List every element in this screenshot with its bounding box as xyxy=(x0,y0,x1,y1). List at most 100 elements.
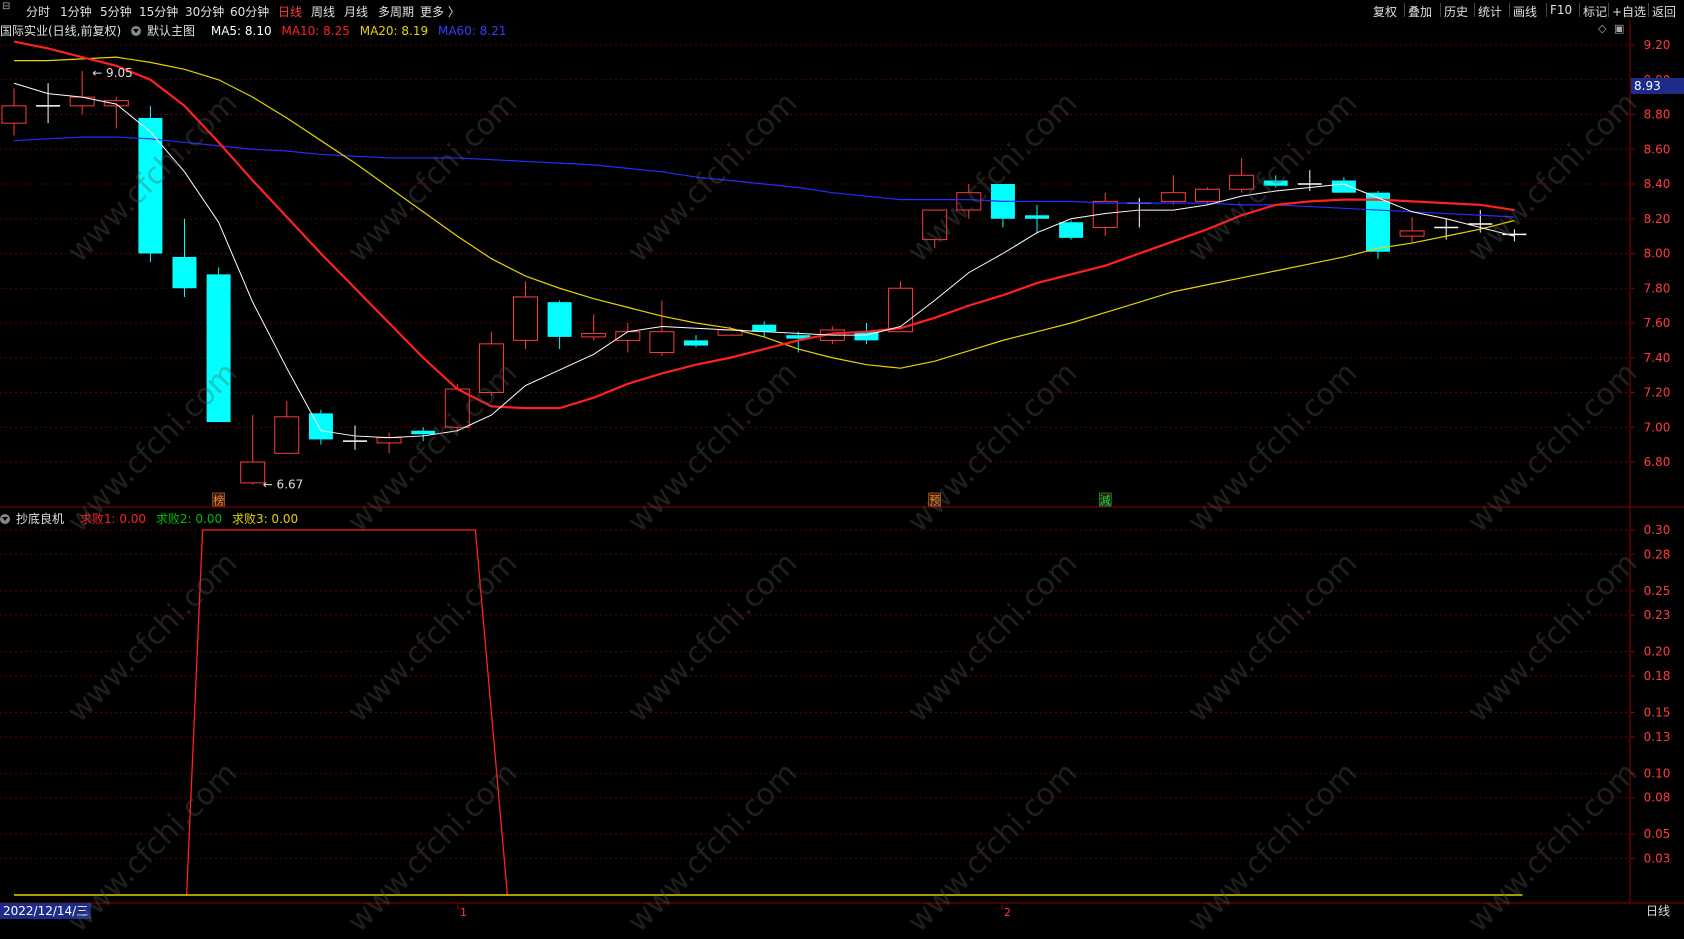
candle-up xyxy=(69,96,95,107)
signal-badge xyxy=(928,492,941,507)
toolbar-separator xyxy=(1474,3,1475,17)
signal-label: 预 xyxy=(929,494,940,507)
candle-down xyxy=(411,430,436,435)
ma10-value: MA10: 8.25 xyxy=(281,24,350,38)
candle-down xyxy=(1059,222,1084,238)
toolbar-item-4[interactable]: 画线 xyxy=(1513,3,1537,20)
period-tab-7[interactable]: 周线 xyxy=(311,3,335,20)
watermark-text: www.cfchi.com xyxy=(620,755,805,939)
candle-up xyxy=(1092,200,1118,228)
candle-down xyxy=(172,256,197,289)
candle-up xyxy=(1160,192,1186,202)
x-tick-label: 1 xyxy=(460,906,467,919)
sub-y-tick-label: 0.08 xyxy=(1644,791,1671,805)
sub-y-tick-label: 0.03 xyxy=(1644,852,1671,866)
candle-up xyxy=(581,332,607,338)
ma60-value: MA60: 8.21 xyxy=(437,24,507,38)
candle-up xyxy=(1399,230,1425,237)
candle-up xyxy=(240,461,266,484)
candle-down xyxy=(990,184,1015,219)
settings-diamond-icon[interactable]: ◇ xyxy=(1598,22,1606,35)
toolbar-item-5[interactable]: F10 xyxy=(1550,3,1572,17)
ma20-line xyxy=(14,56,1515,369)
watermark-text: www.cfchi.com xyxy=(340,755,525,939)
main-y-tick-label: 8.40 xyxy=(1644,177,1671,191)
period-tab-6[interactable]: 日线 xyxy=(278,3,302,20)
period-tab-1[interactable]: 1分钟 xyxy=(60,3,92,20)
toolbar-separator xyxy=(1608,3,1609,17)
toolbar-separator xyxy=(1546,3,1547,17)
watermark-text: www.cfchi.com xyxy=(1180,755,1365,939)
candle-up xyxy=(103,100,129,107)
top-toolbar: ⊟ 分时 1分钟 5分钟 15分钟 30分钟 60分钟 日线 周线 月线 多周期 更多 〉 复权 叠加… xyxy=(0,0,1684,20)
sub-y-tick-label: 0.10 xyxy=(1644,766,1671,780)
indicator-s2: 求败2: 0.00 xyxy=(155,512,223,526)
candle-up xyxy=(649,331,675,354)
toolbar-separator xyxy=(1440,3,1441,17)
candle-up xyxy=(888,287,914,333)
dropdown-icon xyxy=(0,514,10,524)
toolbar-item-1[interactable]: 叠加 xyxy=(1408,3,1432,20)
template-label: 默认主图 xyxy=(147,24,196,38)
stock-name: 国际实业(日线,前复权) xyxy=(0,24,122,38)
dropdown-icon xyxy=(131,26,142,36)
main-y-tick-label: 7.00 xyxy=(1644,420,1671,434)
indicator-line-s1 xyxy=(185,529,509,896)
toolbar-item-6[interactable]: 标记 xyxy=(1583,3,1607,20)
candle-down xyxy=(786,335,811,339)
main-y-tick-label: 8.80 xyxy=(1644,108,1671,122)
sub-y-tick-label: 0.28 xyxy=(1644,547,1671,561)
candle-up xyxy=(376,437,402,444)
sub-y-tick-label: 0.13 xyxy=(1644,730,1671,744)
chart-area[interactable]: 9.209.008.808.608.408.208.007.807.607.40… xyxy=(0,0,1684,919)
main-y-tick-label: 7.40 xyxy=(1644,351,1671,365)
candle-up xyxy=(615,331,641,341)
toolbar-separator xyxy=(1579,3,1580,17)
window-menu-icon[interactable]: ⊟ xyxy=(2,1,10,12)
candle-up xyxy=(1195,188,1220,202)
ma60-line xyxy=(13,136,1515,218)
toolbar-item-3[interactable]: 统计 xyxy=(1478,3,1502,20)
sub-y-tick-label: 0.25 xyxy=(1644,584,1671,598)
ma5-line xyxy=(13,82,1515,439)
candle-up xyxy=(1229,174,1255,190)
toolbar-item-0[interactable]: 复权 xyxy=(1373,3,1397,20)
sub-y-tick-label: 0.20 xyxy=(1644,645,1671,659)
period-tab-0[interactable]: 分时 xyxy=(26,3,50,20)
toolbar-item-8[interactable]: 返回 xyxy=(1652,3,1676,20)
template-selector[interactable]: 默认主图 xyxy=(131,24,201,38)
candle-down xyxy=(684,340,708,346)
period-tab-10[interactable]: 更多 〉 xyxy=(420,3,460,20)
sub-y-tick-label: 0.23 xyxy=(1644,608,1671,622)
period-tab-3[interactable]: 15分钟 xyxy=(139,3,178,20)
price-annotation: ← 9.05 xyxy=(92,66,133,80)
indicator-s3: 求败3: 0.00 xyxy=(231,512,299,526)
panel-toggle-icon[interactable]: ▣ xyxy=(1614,22,1624,35)
candle-up xyxy=(819,329,845,341)
candle-down xyxy=(854,331,879,341)
period-tab-9[interactable]: 多周期 xyxy=(378,3,414,20)
candle-down xyxy=(308,413,333,440)
ma10-line xyxy=(13,40,1515,410)
period-tab-4[interactable]: 30分钟 xyxy=(185,3,224,20)
main-y-tick-label: 7.20 xyxy=(1644,386,1671,400)
main-y-tick-label: 7.60 xyxy=(1644,316,1671,330)
toolbar-item-7[interactable]: +自选 xyxy=(1612,3,1646,20)
candle-down xyxy=(1331,180,1356,193)
period-tab-2[interactable]: 5分钟 xyxy=(100,3,132,20)
main-y-tick-label: 9.20 xyxy=(1644,38,1671,52)
candle-down xyxy=(1366,192,1390,252)
cursor-date: 2022/12/14/三 xyxy=(0,903,92,919)
candle-up xyxy=(1,105,27,124)
period-tab-5[interactable]: 60分钟 xyxy=(230,3,269,20)
candle-down xyxy=(1025,215,1049,219)
x-tick-label: 2 xyxy=(1004,906,1011,919)
candle-up xyxy=(478,343,504,394)
indicator-selector[interactable]: 抄底良机 xyxy=(0,512,70,526)
toolbar-item-2[interactable]: 历史 xyxy=(1444,3,1468,20)
period-tab-8[interactable]: 月线 xyxy=(344,3,368,20)
candle-up xyxy=(444,388,470,428)
watermark-text: www.cfchi.com xyxy=(340,355,525,540)
candle-up xyxy=(274,416,300,454)
ma20-value: MA20: 8.19 xyxy=(359,24,429,38)
